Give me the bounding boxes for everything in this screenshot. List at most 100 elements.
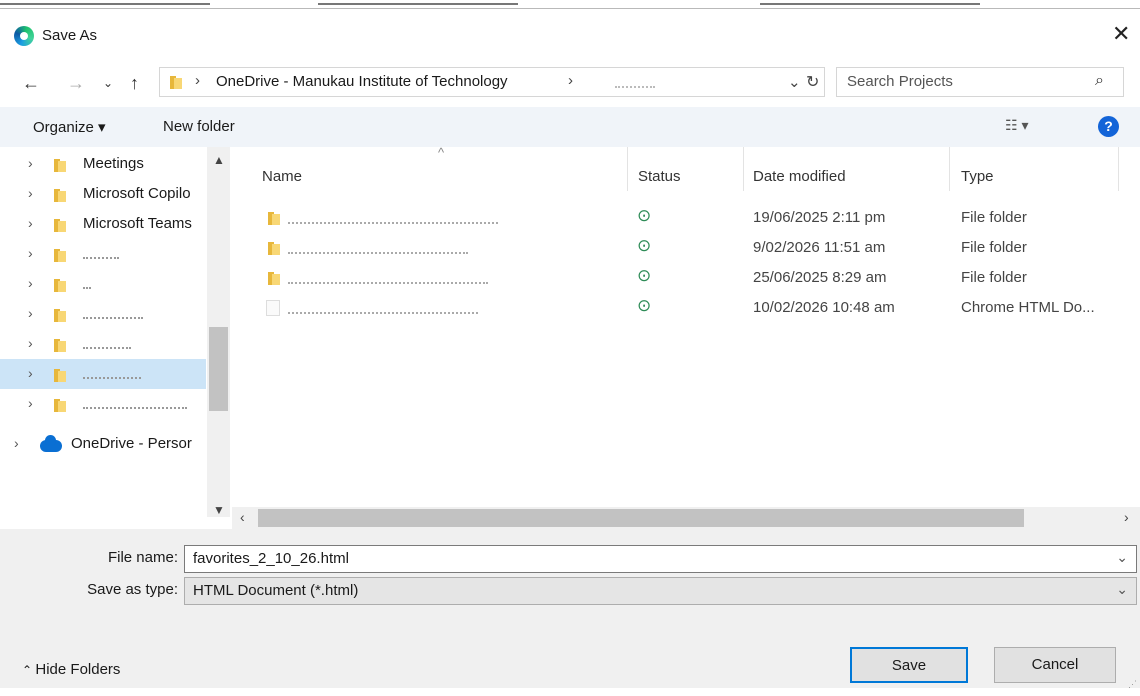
- expand-chevron-icon[interactable]: ›: [28, 215, 33, 231]
- column-header-type[interactable]: Type: [961, 168, 994, 185]
- nav-item-redacted[interactable]: ›: [0, 389, 206, 419]
- search-icon[interactable]: ⌕: [1095, 72, 1104, 90]
- cancel-button[interactable]: Cancel: [994, 647, 1116, 683]
- folder-icon: [52, 307, 66, 323]
- expand-chevron-icon[interactable]: ›: [28, 185, 33, 201]
- expand-chevron-icon[interactable]: ›: [28, 275, 33, 291]
- folder-icon: [52, 217, 66, 233]
- file-type: File folder: [961, 269, 1027, 286]
- date-modified: 10/02/2026 10:48 am: [753, 299, 895, 316]
- folder-icon: [266, 210, 280, 226]
- title-bar: Save As ✕: [0, 9, 1140, 53]
- address-dropdown-icon[interactable]: ⌄: [788, 73, 801, 91]
- nav-item-projects-selected[interactable]: ›: [0, 359, 206, 389]
- recent-locations-chevron-icon[interactable]: ⌄: [103, 76, 113, 90]
- column-divider[interactable]: [949, 147, 950, 191]
- breadcrumb-chevron-icon[interactable]: ›: [568, 72, 573, 89]
- nav-item-microsoft-teams[interactable]: › Microsoft Teams: [0, 209, 206, 239]
- folder-icon: [52, 337, 66, 353]
- date-modified: 19/06/2025 2:11 pm: [753, 209, 886, 226]
- close-icon[interactable]: ✕: [1112, 21, 1130, 47]
- redacted-file-name: [288, 248, 468, 254]
- expand-chevron-icon[interactable]: ›: [28, 335, 33, 351]
- expand-chevron-icon[interactable]: ›: [28, 395, 33, 411]
- up-arrow-icon[interactable]: ↑: [130, 73, 139, 94]
- redacted-label: [83, 283, 91, 289]
- scroll-down-icon[interactable]: ▼: [213, 503, 225, 517]
- nav-item-label: OneDrive - Persor: [71, 435, 192, 452]
- search-box[interactable]: Search Projects ⌕: [836, 67, 1124, 97]
- folder-icon: [266, 270, 280, 286]
- expand-chevron-icon[interactable]: ›: [14, 435, 19, 451]
- nav-item-label: Microsoft Teams: [83, 215, 192, 232]
- column-header-date-modified[interactable]: Date modified: [753, 168, 846, 185]
- redacted-label: [83, 403, 187, 409]
- redacted-label: [83, 373, 141, 379]
- html-file-icon: [266, 300, 280, 316]
- file-list-horizontal-scrollbar[interactable]: ‹ ›: [232, 507, 1140, 529]
- scroll-up-icon[interactable]: ▲: [213, 153, 225, 167]
- column-header-status[interactable]: Status: [638, 168, 681, 185]
- back-arrow-icon[interactable]: ←: [22, 73, 40, 94]
- nav-vertical-scrollbar[interactable]: ▲ ▼: [207, 147, 230, 517]
- expand-chevron-icon[interactable]: ›: [28, 245, 33, 261]
- save-button[interactable]: Save: [850, 647, 968, 683]
- hide-folders-button[interactable]: ⌃ Hide Folders: [22, 661, 120, 678]
- file-type: Chrome HTML Do...: [961, 299, 1095, 316]
- file-name-input[interactable]: favorites_2_10_26.html ⌄: [184, 545, 1137, 573]
- organize-button[interactable]: Organize ▾: [33, 118, 106, 136]
- nav-item-redacted[interactable]: ›: [0, 269, 206, 299]
- file-row[interactable]: ⊙ 19/06/2025 2:11 pm File folder: [232, 204, 1140, 234]
- nav-item-redacted[interactable]: ›: [0, 329, 206, 359]
- expand-chevron-icon[interactable]: ›: [28, 155, 33, 171]
- chevron-down-icon[interactable]: ⌄: [1116, 581, 1128, 598]
- background-line: [318, 3, 518, 5]
- chevron-down-icon[interactable]: ⌄: [1116, 549, 1128, 566]
- expand-chevron-icon[interactable]: ›: [28, 365, 33, 381]
- address-bar[interactable]: › OneDrive - Manukau Institute of Techno…: [159, 67, 825, 97]
- folder-icon: [168, 74, 182, 90]
- change-view-icon[interactable]: ☷ ▾: [1005, 117, 1028, 134]
- redacted-breadcrumb[interactable]: [615, 78, 655, 88]
- file-list: ^ Name Status Date modified Type ⊙ 19/06…: [232, 145, 1140, 507]
- file-type: File folder: [961, 239, 1027, 256]
- hide-folders-label: Hide Folders: [35, 661, 121, 678]
- file-name-value[interactable]: favorites_2_10_26.html: [193, 550, 349, 567]
- file-row[interactable]: ⊙ 9/02/2026 11:51 am File folder: [232, 234, 1140, 264]
- scrollbar-thumb[interactable]: [209, 327, 228, 411]
- column-divider[interactable]: [743, 147, 744, 191]
- search-placeholder: Search Projects: [847, 73, 953, 90]
- navigation-pane: › Meetings › Microsoft Copilo › Microsof…: [0, 147, 232, 521]
- folder-icon: [52, 277, 66, 293]
- refresh-icon[interactable]: ↻: [806, 72, 819, 92]
- nav-item-microsoft-copilot[interactable]: › Microsoft Copilo: [0, 179, 206, 209]
- redacted-file-name: [288, 278, 488, 284]
- column-header-name[interactable]: Name: [262, 168, 302, 185]
- save-as-type-label: Save as type:: [87, 581, 178, 598]
- folder-icon: [52, 157, 66, 173]
- nav-item-meetings[interactable]: › Meetings: [0, 149, 206, 179]
- file-row[interactable]: ⊙ 10/02/2026 10:48 am Chrome HTML Do...: [232, 294, 1140, 324]
- chevron-up-icon: ⌃: [22, 663, 36, 677]
- file-name-label: File name:: [107, 549, 178, 566]
- expand-chevron-icon[interactable]: ›: [28, 305, 33, 321]
- nav-item-onedrive-personal[interactable]: › OneDrive - Persor: [0, 429, 206, 459]
- file-row[interactable]: ⊙ 25/06/2025 8:29 am File folder: [232, 264, 1140, 294]
- folder-icon: [52, 367, 66, 383]
- column-divider[interactable]: [1118, 147, 1119, 191]
- column-divider[interactable]: [627, 147, 628, 191]
- nav-item-redacted[interactable]: ›: [0, 299, 206, 329]
- forward-arrow-icon[interactable]: →: [67, 73, 85, 94]
- save-as-type-select[interactable]: HTML Document (*.html) ⌄: [184, 577, 1137, 605]
- new-folder-button[interactable]: New folder: [163, 118, 235, 135]
- nav-item-redacted[interactable]: ›: [0, 239, 206, 269]
- scrollbar-thumb[interactable]: [258, 509, 1024, 527]
- breadcrumb-onedrive[interactable]: OneDrive - Manukau Institute of Technolo…: [216, 73, 508, 90]
- breadcrumb-chevron-icon[interactable]: ›: [195, 72, 200, 89]
- help-icon[interactable]: ?: [1098, 116, 1119, 137]
- scroll-right-icon[interactable]: ›: [1124, 509, 1129, 525]
- scroll-left-icon[interactable]: ‹: [240, 509, 245, 525]
- synced-status-icon: ⊙: [637, 266, 652, 285]
- date-modified: 9/02/2026 11:51 am: [753, 239, 886, 256]
- save-as-type-value[interactable]: HTML Document (*.html): [193, 582, 358, 599]
